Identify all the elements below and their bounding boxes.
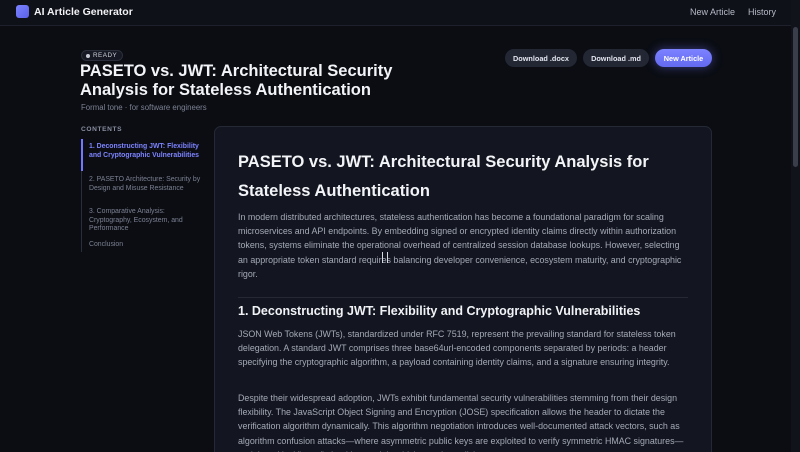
toc-item-section-2[interactable]: 2. PASETO Architecture: Security by Desi… (89, 176, 201, 193)
toc-item-conclusion[interactable]: Conclusion (89, 241, 201, 250)
article-card: PASETO vs. JWT: Architectural Security A… (214, 126, 712, 452)
page-title: PASETO vs. JWT: Architectural Security A… (80, 62, 393, 99)
section-1-paragraph-2: Despite their widespread adoption, JWTs … (238, 393, 684, 452)
toc-item-section-1[interactable]: 1. Deconstructing JWT: Flexibility and C… (89, 143, 201, 160)
text-cursor-icon (382, 252, 388, 263)
article-title: PASETO vs. JWT: Architectural Security A… (238, 153, 649, 200)
nav-new-article-link[interactable]: New Article (690, 7, 735, 17)
new-article-button[interactable]: New Article (655, 49, 712, 67)
page-scrollbar[interactable] (791, 0, 800, 452)
toc-item-section-3[interactable]: 3. Comparative Analysis: Cryptography, E… (89, 208, 201, 234)
section-1-heading: 1. Deconstructing JWT: Flexibility and C… (238, 304, 641, 318)
status-badge: READY (81, 50, 124, 61)
page-subtitle: Formal tone · for software engineers (81, 103, 207, 112)
contents-heading: CONTENTS (81, 126, 123, 133)
download-docx-button[interactable]: Download .docx (505, 49, 577, 67)
status-text: READY (93, 52, 118, 59)
table-of-contents: 1. Deconstructing JWT: Flexibility and C… (81, 139, 203, 252)
toc-active-indicator (81, 139, 83, 171)
section-divider (238, 297, 688, 298)
download-md-button[interactable]: Download .md (583, 49, 649, 67)
nav-history-link[interactable]: History (748, 7, 776, 17)
app-title: AI Article Generator (34, 6, 133, 18)
top-nav-bar: AI Article Generator New Article History (0, 0, 800, 26)
status-dot-icon (86, 53, 90, 58)
section-1-paragraph-1: JSON Web Tokens (JWTs), standardized und… (238, 329, 676, 368)
article-intro-paragraph: In modern distributed architectures, sta… (238, 212, 682, 279)
app-logo-icon (16, 5, 29, 18)
scrollbar-thumb[interactable] (793, 27, 798, 167)
